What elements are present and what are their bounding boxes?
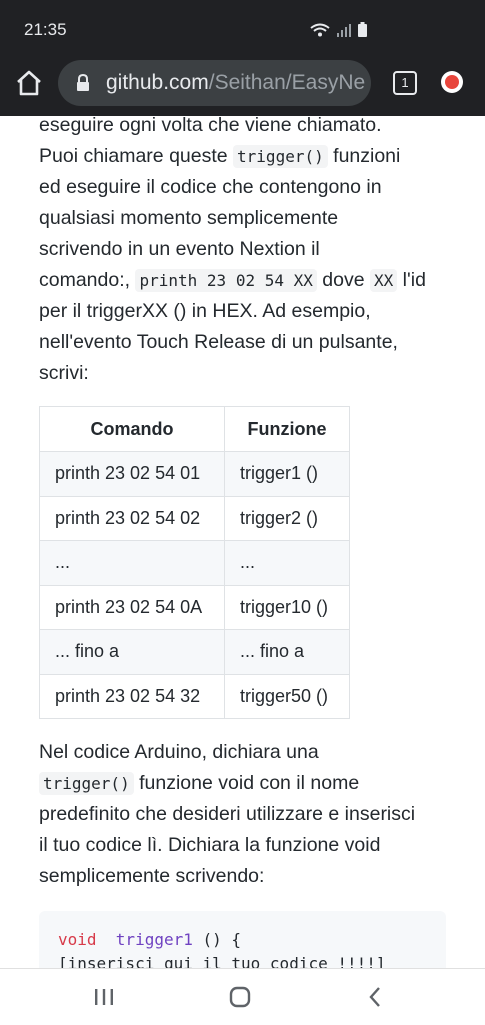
code-text: () { — [192, 930, 242, 949]
text-span: l'id — [397, 269, 426, 291]
tab-switcher-button[interactable]: 1 — [393, 71, 417, 95]
text-line: comando:, printh 23 02 54 XX dove XX l'i… — [39, 265, 459, 296]
table-cell-command: printh 23 02 54 02 — [39, 495, 225, 541]
recent-apps-icon[interactable] — [93, 987, 115, 1007]
table-cell-command: printh 23 02 54 01 — [39, 451, 225, 497]
inline-code-xx: XX — [370, 269, 398, 292]
browser-toolbar: github.com/Seithan/EasyNe 1 — [0, 56, 485, 116]
text-line: per il triggerXX () in HEX. Ad esempio, — [39, 300, 371, 322]
lock-icon — [77, 74, 89, 91]
status-bar: 21:35 — [0, 0, 485, 56]
column-header-comando: Comando — [39, 406, 225, 452]
table-cell-function: ... — [224, 540, 350, 586]
url-host: github.com — [106, 71, 209, 94]
page-content: eseguire ogni volta che viene chiamato. … — [0, 116, 485, 968]
text-line: ed eseguire il codice che contengono in — [39, 176, 382, 198]
text-span: funzione void con il nome — [133, 772, 360, 794]
address-bar[interactable]: github.com/Seithan/EasyNe — [58, 60, 371, 106]
table-row: printh 23 02 54 02 trigger2 () — [39, 495, 350, 541]
text-line: predefinito che desideri utilizzare e in… — [39, 803, 416, 825]
battery-icon — [358, 22, 367, 37]
text-span: Puoi chiamare queste — [39, 145, 234, 167]
command-table: Comando Funzione printh 23 02 54 01 trig… — [39, 406, 350, 719]
url-path: /Seithan/EasyNe — [208, 71, 366, 94]
table-row: ... ... — [39, 540, 350, 586]
text-span: funzioni — [327, 145, 401, 167]
status-time: 21:35 — [24, 20, 67, 39]
table-row: printh 23 02 54 01 trigger1 () — [39, 451, 350, 497]
text-line: eseguire ogni volta che viene chiamato. — [39, 116, 382, 136]
home-nav-icon[interactable] — [229, 986, 251, 1008]
update-icon[interactable] — [441, 71, 463, 93]
navigation-bar — [0, 968, 485, 1025]
text-line: qualsiasi momento semplicemente — [39, 207, 339, 229]
table-header-row: Comando Funzione — [39, 406, 350, 452]
code-line: void trigger1 () { — [58, 930, 241, 949]
table-cell-command: ... fino a — [39, 629, 225, 675]
table-row: ... fino a ... fino a — [39, 629, 350, 675]
column-header-funzione: Funzione — [224, 406, 350, 452]
text-line: semplicemente scrivendo: — [39, 865, 265, 887]
table-cell-function: trigger50 () — [224, 673, 350, 719]
paragraph-intro: eseguire ogni volta che viene chiamato. … — [39, 116, 459, 389]
table-cell-function: trigger1 () — [224, 451, 350, 497]
table-cell-command: printh 23 02 54 0A — [39, 584, 225, 630]
text-line: il tuo codice lì. Dichiara la funzione v… — [39, 834, 381, 856]
inline-code-trigger: trigger() — [233, 145, 328, 168]
code-line: [inserisci qui il tuo codice !!!!] — [58, 954, 386, 968]
back-icon[interactable] — [367, 986, 383, 1008]
status-icons — [310, 22, 367, 37]
table-cell-command: ... — [39, 540, 225, 586]
url-text: github.com/Seithan/EasyNe — [106, 71, 365, 95]
text-line: Nel codice Arduino, dichiara una — [39, 741, 319, 763]
text-span: comando:, — [39, 269, 136, 291]
table-cell-command: printh 23 02 54 32 — [39, 673, 225, 719]
text-line: nell'evento Touch Release di un pulsante… — [39, 331, 398, 353]
text-line: scrivi: — [39, 362, 89, 384]
wifi-icon — [310, 23, 330, 36]
update-arrow-icon — [445, 75, 459, 89]
code-function-name: trigger1 — [115, 930, 193, 949]
table-cell-function: trigger10 () — [224, 584, 350, 630]
text-line: scrivendo in un evento Nextion il — [39, 238, 320, 260]
text-span: dove — [316, 269, 370, 291]
code-keyword: void — [58, 930, 97, 949]
inline-code-printh: printh 23 02 54 XX — [135, 269, 317, 292]
table-row: printh 23 02 54 32 trigger50 () — [39, 673, 350, 719]
signal-icon — [337, 23, 351, 37]
table-row: printh 23 02 54 0A trigger10 () — [39, 584, 350, 630]
text-line: trigger() funzione void con il nome — [39, 768, 459, 799]
code-block: void trigger1 () { [inserisci qui il tuo… — [39, 911, 446, 968]
paragraph-arduino: Nel codice Arduino, dichiara una trigger… — [39, 737, 459, 892]
home-icon[interactable] — [14, 68, 44, 98]
table-cell-function: trigger2 () — [224, 495, 350, 541]
inline-code-trigger: trigger() — [39, 772, 134, 795]
text-line: Puoi chiamare queste trigger() funzioni — [39, 141, 459, 172]
table-cell-function: ... fino a — [224, 629, 350, 675]
